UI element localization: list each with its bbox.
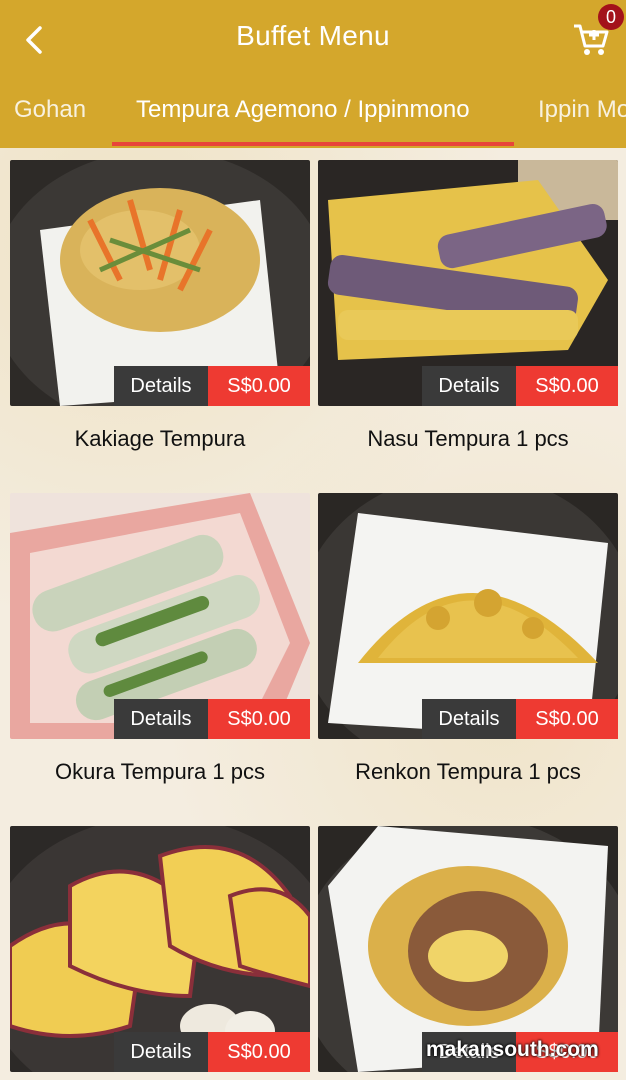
category-tabs: Gohan Tempura Agemono / Ippinmono Ippin … xyxy=(0,80,626,148)
price-button[interactable]: S$0.00 xyxy=(516,699,618,739)
watermark-text: makansouth.com xyxy=(426,1038,599,1061)
details-button[interactable]: Details xyxy=(422,366,516,406)
price-button[interactable]: S$0.00 xyxy=(516,366,618,406)
details-button[interactable]: Details xyxy=(114,1032,208,1072)
price-button[interactable]: S$0.00 xyxy=(208,366,310,406)
price-button[interactable]: S$0.00 xyxy=(208,1032,310,1072)
cart-count-badge: 0 xyxy=(598,4,624,30)
tab-gohan[interactable]: Gohan xyxy=(14,96,86,124)
app-header: Buffet Menu 0 xyxy=(0,0,626,80)
tab-tempura-agemono-ippinmono[interactable]: Tempura Agemono / Ippinmono xyxy=(136,96,470,124)
dish-name: Renkon Tempura 1 pcs xyxy=(355,759,581,784)
tab-ippin-mo[interactable]: Ippin Mo xyxy=(538,96,626,124)
details-button[interactable]: Details xyxy=(114,699,208,739)
active-tab-indicator xyxy=(112,142,514,146)
price-button[interactable]: S$0.00 xyxy=(208,699,310,739)
dish-name: Kakiage Tempura xyxy=(74,426,246,451)
page-title: Buffet Menu xyxy=(236,20,390,51)
dish-name: Nasu Tempura 1 pcs xyxy=(367,426,569,451)
details-button[interactable]: Details xyxy=(422,699,516,739)
menu-grid: Details S$0.00 Kakiage Tempura Details S… xyxy=(0,148,626,1080)
details-button[interactable]: Details xyxy=(114,366,208,406)
dish-name: Okura Tempura 1 pcs xyxy=(55,759,265,784)
